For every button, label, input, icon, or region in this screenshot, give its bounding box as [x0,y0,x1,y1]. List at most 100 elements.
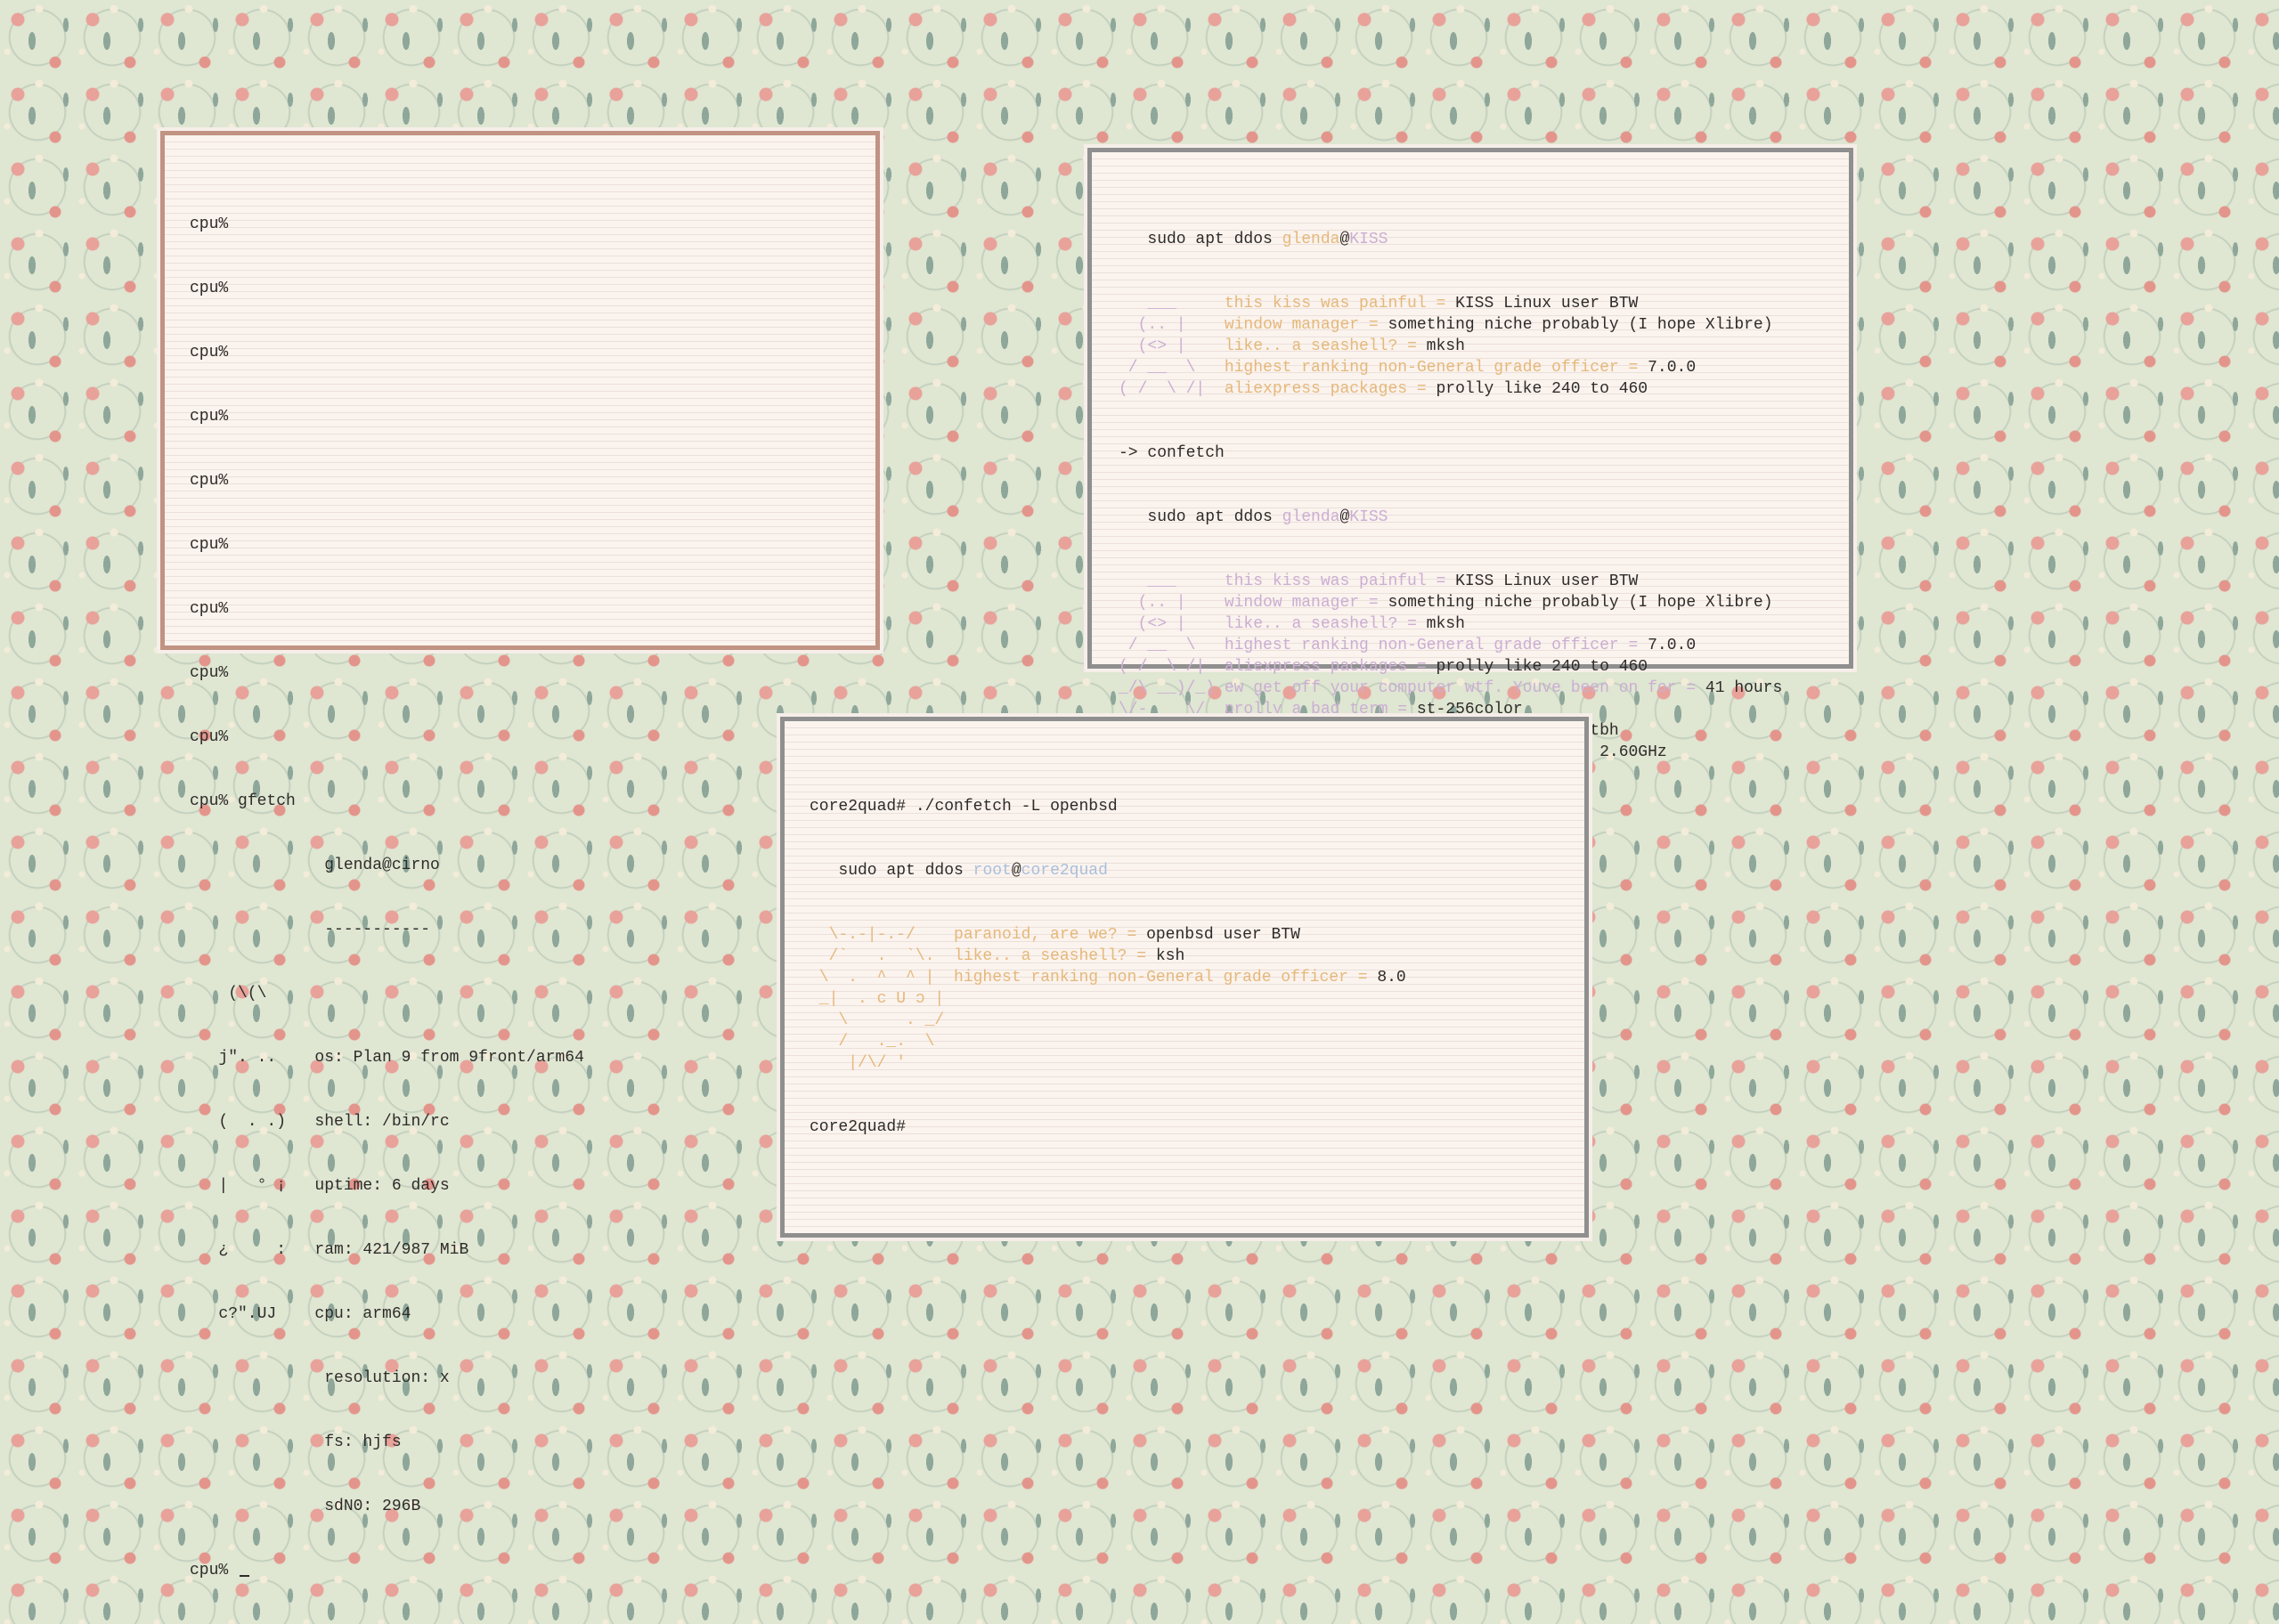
separator: = [1397,615,1427,633]
info-label: this kiss was painful [1224,295,1427,313]
command-line: -> confetch [1119,444,1225,462]
active-prompt-line[interactable]: cpu% [190,1560,584,1581]
ascii-art: \ . ^ ^ | [810,969,955,987]
ascii-art: \-.-|-.-/ [810,926,955,944]
ascii-art: ( / \ /| [1119,658,1225,676]
fetch-row: / ._. \ [810,1031,1406,1052]
fetch-line: j". .. os: Plan 9 from 9front/arm64 [190,1049,584,1067]
info-label: like.. a seashell? [1224,337,1398,355]
ascii-art: ___ [1119,295,1225,313]
fetch-row: ( / \ /| aliexpress packages = prolly li… [1119,378,1782,400]
ascii-art: (.. | [1119,316,1225,334]
command-text: gfetch [238,792,296,810]
ascii-art: \/-____\/ [1119,701,1225,719]
info-value: 8.0 [1377,969,1406,987]
fetch-line: resolution: x [190,1369,450,1387]
fetch-row: _/\ __)/_) ew get off your computer wtf.… [1119,678,1782,699]
prompt-line: cpu% [190,728,229,746]
info-value: something niche probably (I hope Xlibre) [1388,594,1773,612]
info-label: highest ranking non-General grade office… [954,969,1348,987]
at-sign: @ [1339,508,1350,526]
terminal-output: cpu% cpu% cpu% cpu% cpu% cpu% cpu% cpu% … [190,171,584,1624]
prompt-line: cpu% [190,664,229,682]
separator: = [1618,637,1648,654]
info-value: 41 hours [1705,679,1783,697]
fetch-row: ( / \ /| aliexpress packages = prolly li… [1119,656,1782,678]
info-label: window manager [1224,316,1360,334]
fetch-row: \-.-|-.-/ paranoid, are we? = openbsd us… [810,924,1406,946]
info-label: highest ranking non-General grade office… [1224,637,1619,654]
ascii-art: /` . `\. [810,947,955,965]
prompt: cpu% [190,1562,229,1579]
fetch-line: | ° ¡ uptime: 6 days [190,1177,450,1195]
username: glenda [1282,508,1340,526]
fetch-block-1: ___ this kiss was painful = KISS Linux u… [1119,293,1782,400]
fetch-block: \-.-|-.-/ paranoid, are we? = openbsd us… [810,924,1406,1074]
separator: = [1618,359,1648,377]
prompt-line: cpu% [190,472,229,490]
command-line: core2quad# ./confetch -L openbsd [810,796,1406,817]
separator: = [1388,701,1417,719]
fetch-line: ( . .) shell: /bin/rc [190,1113,450,1131]
fetch-row: \ . _/ [810,1010,1406,1031]
fetch-row: (.. | window manager = something niche p… [1119,592,1782,613]
fetch-row: \ . ^ ^ | highest ranking non-General gr… [810,967,1406,988]
fetch-row: (<> | like.. a seashell? = mksh [1119,613,1782,635]
command-text: ./confetch -L openbsd [915,798,1118,816]
fetch-line: ----------- [190,921,431,938]
desktop: { "colors": { "window1_border": "#c19383… [0,0,2279,1579]
info-label: this kiss was painful [1224,572,1427,590]
info-value: something niche probably (I hope Xlibre) [1388,316,1773,334]
terminal-window-openbsd[interactable]: core2quad# ./confetch -L openbsd sudo ap… [777,713,1592,1241]
info-label: like.. a seashell? [1224,615,1398,633]
prompt-line: cpu% [190,215,229,233]
command-text: sudo apt ddos [1147,508,1282,526]
ascii-art: \ . _/ [810,1011,955,1029]
fetch-row: ___ this kiss was painful = KISS Linux u… [1119,293,1782,314]
separator: = [1359,594,1388,612]
info-label: window manager [1224,594,1360,612]
terminal-output: core2quad# ./confetch -L openbsd sudo ap… [810,753,1406,1181]
separator: = [1117,926,1147,944]
info-label: ew get off your computer wtf. Youve been… [1224,679,1677,697]
ascii-art: _/\ __)/_) [1119,679,1225,697]
fetch-row: /` . `\. like.. a seashell? = ksh [810,946,1406,967]
info-label: aliexpress packages [1224,658,1408,676]
fetch-row: (<> | like.. a seashell? = mksh [1119,336,1782,357]
ascii-art: (<> | [1119,615,1225,633]
terminal-window-gfetch[interactable]: cpu% cpu% cpu% cpu% cpu% cpu% cpu% cpu% … [157,127,883,1579]
fetch-row: / __ \ highest ranking non-General grade… [1119,357,1782,378]
fetch-row: ___ this kiss was painful = KISS Linux u… [1119,571,1782,592]
fetch-line: ¿ : ram: 421/987 MiB [190,1241,469,1259]
info-label: like.. a seashell? [954,947,1127,965]
ascii-art: (.. | [1119,594,1225,612]
info-value: st-256color [1416,701,1523,719]
fetch-line: c?".UJ cpu: arm64 [190,1305,411,1323]
separator: = [1407,658,1437,676]
fetch-line: fs: hjfs [190,1433,402,1451]
info-value: 7.0.0 [1648,359,1697,377]
terminal-window-confetch[interactable]: sudo apt ddos glenda@KISS ___ this kiss … [1084,144,1857,825]
separator: = [1347,969,1378,987]
user-host-line: sudo apt ddos glenda@KISS [1119,229,1782,250]
info-value: mksh [1426,615,1465,633]
username: root [973,862,1012,880]
fetch-line: (\(\ [190,985,267,1003]
prompt-line: cpu% [190,408,229,426]
at-sign: @ [1011,862,1021,880]
info-value: ksh [1155,947,1185,965]
info-value: openbsd user BTW [1146,926,1300,944]
ascii-art: ___ [1119,572,1225,590]
ascii-art: ( / \ /| [1119,380,1225,398]
prompt-line: cpu% [190,536,229,554]
info-label: aliexpress packages [1224,380,1408,398]
prompt: cpu% [190,792,229,810]
info-value: prolly like 240 to 460 [1436,658,1648,676]
separator: = [1359,316,1388,334]
command-text: sudo apt ddos [838,862,973,880]
fetch-row: _| . c U ɔ | [810,988,1406,1010]
info-label: paranoid, are we? [954,926,1118,944]
active-prompt-line[interactable]: core2quad# [810,1116,1406,1138]
prompt-line: cpu% [190,600,229,618]
hostname: KISS [1349,508,1388,526]
